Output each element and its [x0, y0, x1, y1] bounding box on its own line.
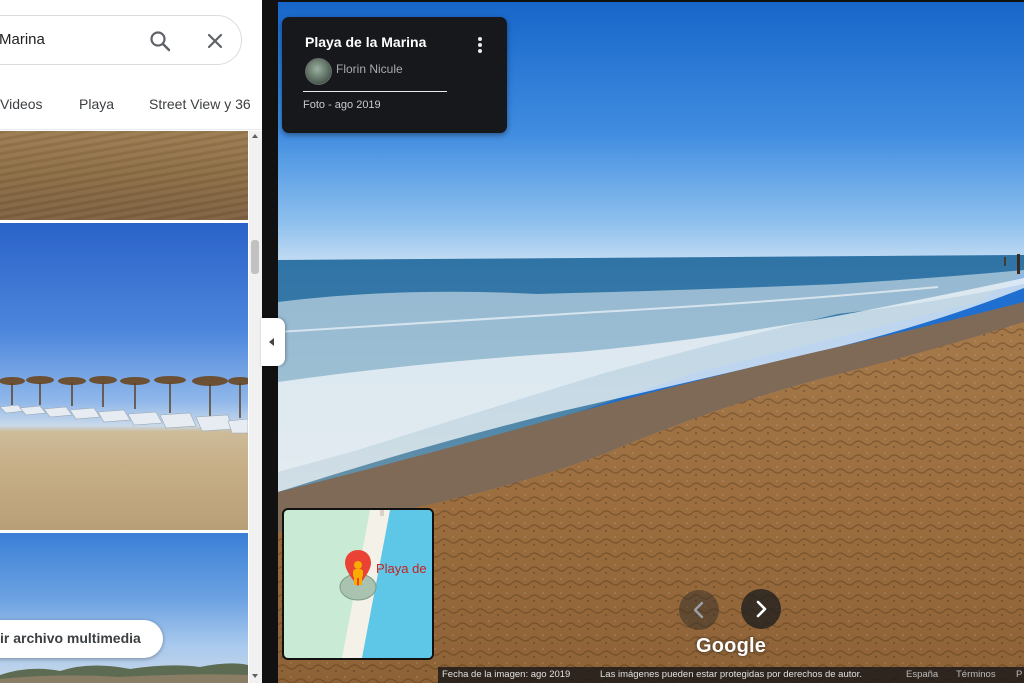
- author-name[interactable]: Florin Nicule: [336, 62, 403, 76]
- terms-link[interactable]: Términos: [956, 669, 996, 680]
- search-icon[interactable]: [148, 29, 172, 53]
- country-link[interactable]: España: [906, 669, 938, 680]
- next-photo-button[interactable]: [741, 589, 781, 629]
- previous-photo-button[interactable]: [679, 590, 719, 630]
- google-logo: Google: [696, 635, 767, 657]
- chevron-left-icon: [693, 601, 704, 619]
- side-panel: Marina Videos Playa Street View y 36 ir …: [0, 0, 262, 683]
- scroll-up-icon[interactable]: [252, 134, 258, 138]
- scrollbar[interactable]: [249, 131, 262, 683]
- menu-dot: [478, 49, 482, 53]
- gallery-photo-sand[interactable]: [0, 131, 248, 220]
- divider: [0, 129, 262, 130]
- photo-date: Foto - ago 2019: [303, 99, 381, 111]
- chevron-right-icon: [756, 600, 767, 618]
- privacy-link[interactable]: P: [1016, 669, 1022, 680]
- search-input[interactable]: Marina: [0, 31, 45, 48]
- mini-map[interactable]: Playa de: [282, 508, 434, 660]
- menu-dot: [478, 43, 482, 47]
- search-box[interactable]: Marina: [0, 15, 242, 65]
- photo-info-card: Playa de la Marina Florin Nicule Foto - …: [282, 17, 507, 133]
- image-date: Fecha de la imagen: ago 2019: [442, 669, 571, 680]
- beach-umbrellas-image: [0, 376, 248, 434]
- gallery-photo-sky[interactable]: [0, 533, 248, 683]
- scroll-down-icon[interactable]: [252, 674, 258, 678]
- menu-dot: [478, 37, 482, 41]
- tab-videos[interactable]: Videos: [0, 96, 43, 112]
- attribution-bar: Fecha de la imagen: ago 2019 Las imágene…: [438, 667, 1024, 683]
- add-media-button[interactable]: ir archivo multimedia: [0, 620, 163, 658]
- pegman-icon[interactable]: [350, 560, 366, 586]
- divider: [303, 91, 447, 92]
- copyright-notice: Las imágenes pueden estar protegidas por…: [600, 669, 862, 680]
- scrollbar-thumb[interactable]: [251, 240, 259, 274]
- collapse-left-icon: [269, 338, 274, 346]
- add-media-label: ir archivo multimedia: [0, 630, 141, 646]
- more-vert-icon[interactable]: [477, 37, 483, 55]
- map-place-label: Playa de: [376, 561, 427, 576]
- tab-playa[interactable]: Playa: [79, 96, 114, 112]
- gallery-photo-beach-loungers[interactable]: [0, 223, 248, 530]
- tab-street-view[interactable]: Street View y 36: [149, 96, 251, 112]
- close-icon[interactable]: [204, 30, 226, 52]
- collapse-panel-button[interactable]: [261, 318, 285, 366]
- avatar[interactable]: [305, 58, 332, 85]
- place-title[interactable]: Playa de la Marina: [305, 34, 426, 50]
